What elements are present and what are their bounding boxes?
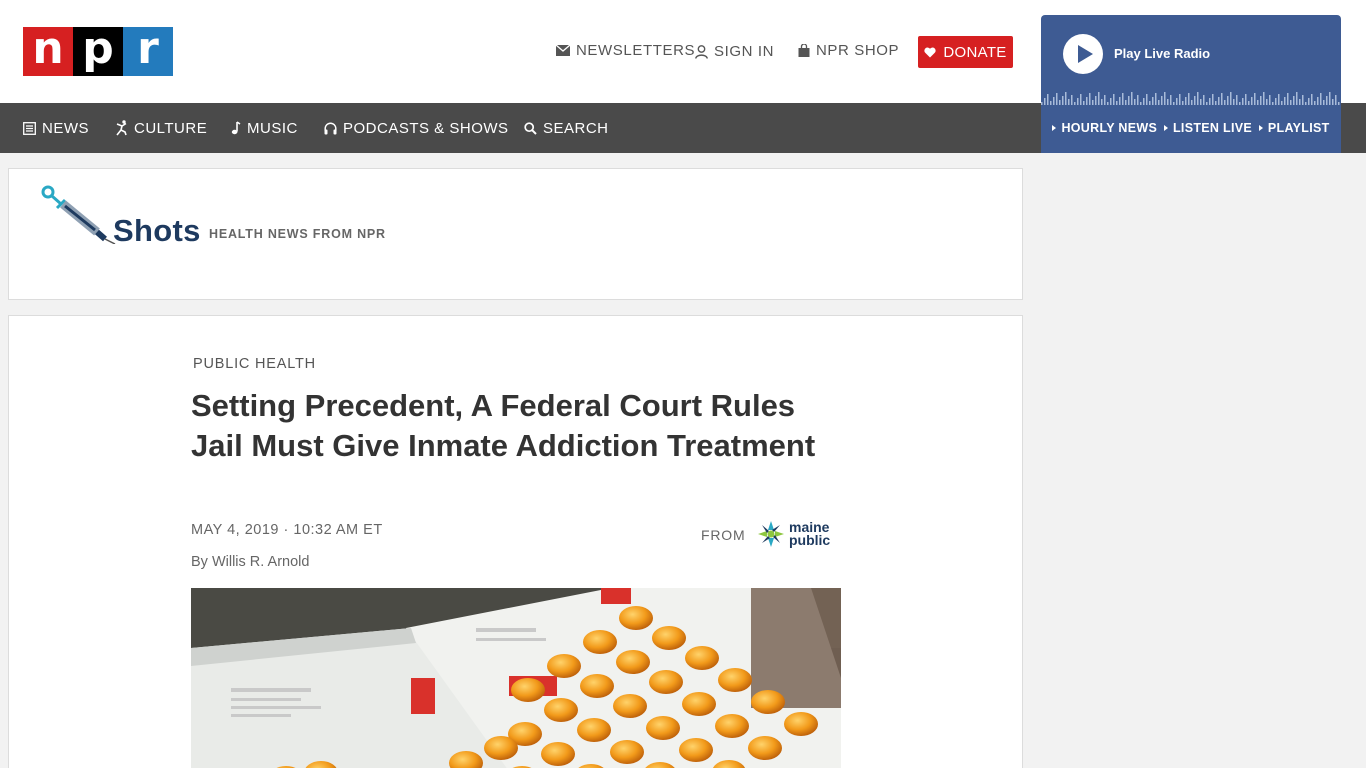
- donate-button[interactable]: DONATE: [918, 36, 1013, 68]
- play-button[interactable]: [1063, 34, 1103, 74]
- npr-shop-label: NPR SHOP: [816, 42, 900, 59]
- station-line-2: public: [789, 532, 831, 548]
- maine-public-wordmark: maine public: [789, 520, 831, 548]
- article-slug[interactable]: PUBLIC HEALTH: [193, 356, 316, 372]
- shots-tagline: HEALTH NEWS FROM NPR: [209, 227, 386, 241]
- newsletters-link[interactable]: NEWSLETTERS: [556, 42, 695, 59]
- music-note-icon: [231, 121, 241, 135]
- nav-item-search[interactable]: SEARCH: [524, 103, 609, 153]
- donate-label: DONATE: [943, 43, 1007, 61]
- shopping-bag-icon: [798, 44, 810, 57]
- author-link[interactable]: Willis R. Arnold: [212, 554, 310, 570]
- sign-in-label: SIGN IN: [714, 43, 775, 60]
- nav-news-label: NEWS: [42, 119, 89, 137]
- article-dateline: MAY 4, 2019 · 10:32 AM ET: [191, 522, 383, 538]
- nav-culture-label: CULTURE: [134, 119, 208, 137]
- shots-title[interactable]: Shots: [113, 213, 201, 249]
- nav-item-music[interactable]: MUSIC: [231, 103, 298, 153]
- npr-logo[interactable]: n p r: [23, 26, 173, 76]
- dancer-icon: [116, 120, 127, 136]
- article-byline: By Willis R. Arnold: [191, 554, 309, 570]
- article-lead-image[interactable]: [191, 588, 841, 768]
- from-label: FROM: [701, 527, 746, 543]
- newsletters-label: NEWSLETTERS: [576, 42, 696, 59]
- play-live-radio-label[interactable]: Play Live Radio: [1114, 46, 1210, 61]
- article: PUBLIC HEALTH Setting Precedent, A Feder…: [8, 315, 1023, 768]
- sign-in-link[interactable]: SIGN IN: [695, 43, 774, 60]
- audio-waveform-decoration: [1041, 92, 1340, 105]
- maine-public-star-icon: [758, 521, 784, 547]
- playlist-link[interactable]: PLAYLIST: [1259, 115, 1330, 141]
- article-headline: Setting Precedent, A Federal Court Rules…: [191, 388, 816, 463]
- player-links: HOURLY NEWS LISTEN LIVE PLAYLIST: [1041, 115, 1341, 141]
- headphones-icon: [324, 122, 337, 134]
- nav-music-label: MUSIC: [247, 119, 298, 137]
- listen-live-link[interactable]: LISTEN LIVE: [1164, 115, 1252, 141]
- envelope-icon: [556, 45, 570, 56]
- hourly-news-link[interactable]: HOURLY NEWS: [1052, 115, 1157, 141]
- nav-item-culture[interactable]: CULTURE: [116, 103, 207, 153]
- nav-item-news[interactable]: NEWS: [23, 103, 89, 153]
- byline-prefix: By: [191, 554, 208, 570]
- syringe-icon: [41, 185, 116, 244]
- nav-search-label: SEARCH: [543, 119, 609, 137]
- heart-icon: [924, 47, 937, 57]
- maine-public-logo[interactable]: maine public: [757, 520, 830, 548]
- user-icon: [695, 44, 708, 59]
- nav-item-podcasts-shows[interactable]: PODCASTS & SHOWS: [324, 103, 509, 153]
- logo-letter-r: r: [123, 26, 173, 76]
- pill-blister-pack-photo: [191, 588, 841, 768]
- search-icon: [524, 121, 537, 135]
- nav-podcasts-label: PODCASTS & SHOWS: [343, 119, 509, 137]
- logo-letter-n: n: [23, 26, 73, 76]
- live-radio-player: Play Live Radio HOURLY NEWS LISTEN LIVE …: [1041, 15, 1341, 153]
- logo-letter-p: p: [73, 26, 123, 76]
- npr-shop-link[interactable]: NPR SHOP: [798, 42, 899, 59]
- shots-section-header: Shots HEALTH NEWS FROM NPR: [8, 168, 1023, 300]
- newspaper-icon: [23, 121, 36, 135]
